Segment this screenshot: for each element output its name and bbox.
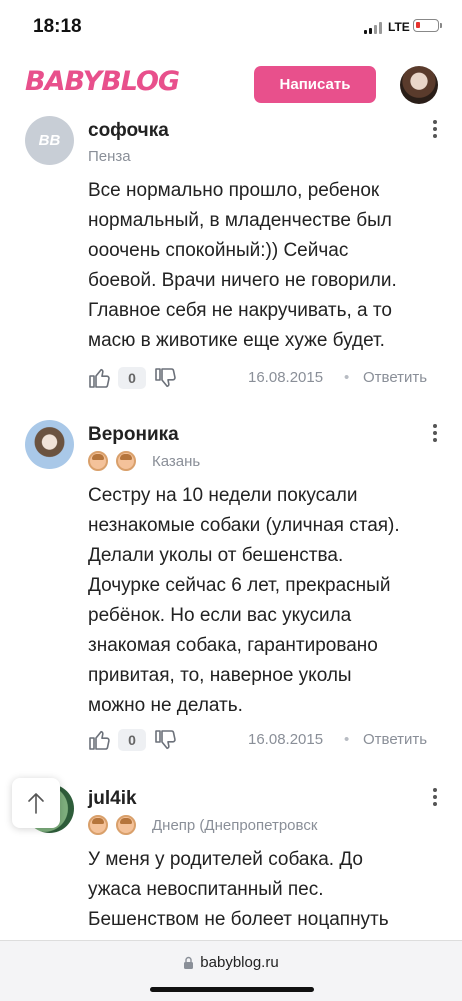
comment-line: У меня у родителей собака. До	[88, 849, 363, 870]
comment-meta: Казань	[88, 451, 200, 471]
comment-line: Все нормально прошло, ребенок	[88, 180, 380, 201]
comment-location: Пенза	[88, 148, 131, 165]
comment-text: У меня у родителей собака. До ужаса нево…	[88, 845, 448, 935]
comment-line: Главное себя не накручивать, а то	[88, 300, 392, 321]
more-icon[interactable]	[430, 788, 440, 809]
badge-icon	[116, 451, 136, 471]
separator-dot: •	[344, 369, 350, 386]
url-text: babyblog.ru	[200, 954, 279, 971]
comment-line: боевой. Врачи ничего не говорили.	[88, 270, 397, 291]
comment-line: ооочень спокойный:)) Сейчас	[88, 240, 349, 261]
like-count: 0	[118, 729, 146, 751]
more-icon[interactable]	[430, 424, 440, 445]
comment-line: ужаса невоспитанный пес.	[88, 879, 324, 900]
thumb-down-icon[interactable]	[154, 728, 178, 752]
comment-line: незнакомые собаки (уличная стая).	[88, 515, 400, 536]
comment-actions: 0 16.08.2015 • Ответить	[88, 728, 440, 754]
comment-author[interactable]: софочка	[88, 120, 169, 142]
comment-line: масю в животике еще хуже будет.	[88, 330, 385, 351]
comment-line: привитая, то, наверное уколы	[88, 665, 352, 686]
comment-author[interactable]: jul4ik	[88, 788, 137, 810]
comment-actions: 0 16.08.2015 • Ответить	[88, 366, 440, 392]
comment-line: Дочурке сейчас 6 лет, прекрасный	[88, 575, 391, 596]
home-indicator[interactable]	[150, 987, 314, 992]
browser-bar: babyblog.ru	[0, 940, 462, 1001]
more-icon[interactable]	[430, 120, 440, 141]
badge-icon	[88, 815, 108, 835]
comment-line: можно не делать.	[88, 695, 243, 716]
comment-text: Все нормально прошло, ребенок нормальный…	[88, 176, 448, 356]
signal-icon	[364, 22, 384, 34]
separator-dot: •	[344, 731, 350, 748]
badge-icon	[88, 451, 108, 471]
status-bar: 18:18 LTE	[0, 0, 462, 52]
reply-button[interactable]: Ответить	[363, 369, 427, 386]
comment-line: Делали уколы от бешенства.	[88, 545, 344, 566]
comment-location: Казань	[152, 452, 201, 470]
site-header: BABYBLOG Написать	[0, 52, 462, 116]
comment-location: Днепр (Днепропетровск	[152, 816, 318, 834]
url-bar[interactable]: babyblog.ru	[0, 954, 462, 971]
thumb-up-icon[interactable]	[88, 728, 112, 752]
arrow-up-icon	[28, 793, 44, 814]
badge-icon	[116, 815, 136, 835]
comment-line: Бешенством не болеет ноцапнуть	[88, 909, 389, 930]
comment-line: знакомая собака, гарантировано	[88, 635, 378, 656]
network-label: LTE	[388, 20, 410, 34]
reply-button[interactable]: Ответить	[363, 731, 427, 748]
thumb-up-icon[interactable]	[88, 366, 112, 390]
avatar[interactable]	[25, 420, 74, 469]
comment-author[interactable]: Вероника	[88, 424, 179, 446]
comment-line: нормальный, в младенчестве был	[88, 210, 392, 231]
comment-meta: Днепр (Днепропетровск	[88, 815, 317, 835]
comment-meta: Пенза	[88, 148, 131, 165]
comment-line: ребёнок. Но если вас укусила	[88, 605, 352, 626]
lock-icon	[184, 956, 194, 969]
scroll-to-top-button[interactable]	[12, 778, 60, 828]
babyblog-logo[interactable]: BABYBLOG	[25, 66, 180, 97]
comment-text: Сестру на 10 недели покусали незнакомые …	[88, 481, 448, 721]
comment-line: Сестру на 10 недели покусали	[88, 485, 358, 506]
write-button[interactable]: Написать	[254, 66, 376, 103]
status-time: 18:18	[33, 16, 82, 37]
thumb-down-icon[interactable]	[154, 366, 178, 390]
like-count: 0	[118, 367, 146, 389]
user-avatar[interactable]	[400, 66, 438, 104]
comment-date: 16.08.2015	[248, 731, 324, 748]
comment-date: 16.08.2015	[248, 369, 324, 386]
battery-icon	[413, 19, 442, 32]
avatar[interactable]: BB	[25, 116, 74, 165]
